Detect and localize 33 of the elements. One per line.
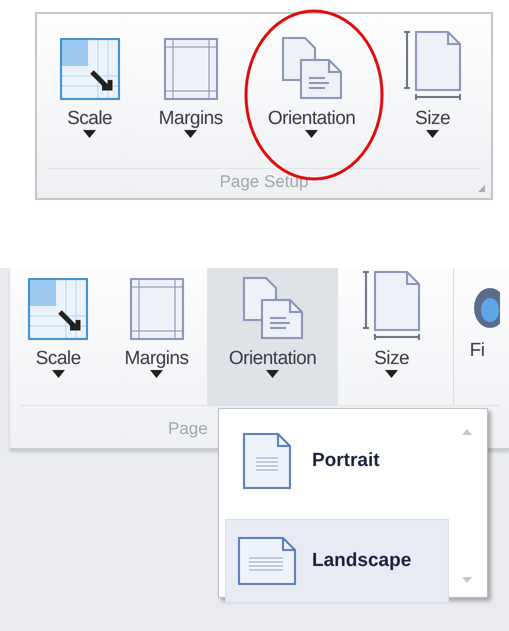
ribbon-button[interactable]: Margins [132, 14, 250, 164]
ribbon-button[interactable]: Margins [106, 268, 207, 405]
caret-icon [305, 130, 318, 138]
caret-icon [266, 370, 280, 378]
page-size-icon [404, 30, 462, 100]
pages-icon [280, 36, 343, 100]
caret-icon [150, 370, 164, 378]
caret-icon [184, 130, 198, 138]
caret-icon [385, 370, 398, 378]
menu-item[interactable]: Landscape [225, 519, 449, 603]
ribbon-button[interactable]: Scale [10, 268, 106, 405]
group-label: Page Setup [218, 171, 310, 193]
ribbon-button[interactable]: Fi [470, 268, 509, 405]
pages-icon [242, 276, 304, 340]
dialog-launcher-icon[interactable] [478, 185, 485, 192]
margins-icon [164, 38, 218, 100]
scroll-down-icon[interactable] [462, 577, 472, 583]
scale-icon [28, 278, 88, 340]
menu-item[interactable]: Portrait [225, 419, 449, 503]
scroll-up-icon[interactable] [462, 429, 472, 435]
ribbon-button[interactable]: Orientation [206, 268, 338, 405]
ribbon-button[interactable]: Size [374, 14, 492, 164]
ribbon-button[interactable]: Size [338, 268, 445, 405]
ribbon-button[interactable]: Scale [47, 14, 132, 164]
document-icon [237, 536, 297, 586]
caret-icon [83, 130, 96, 138]
margins-icon [130, 278, 184, 340]
scale-icon [60, 38, 120, 100]
document-icon [242, 432, 292, 490]
group-label: Page [168, 418, 208, 440]
caret-icon [426, 130, 440, 138]
page-size-icon [362, 270, 421, 340]
caret-icon [52, 370, 65, 378]
